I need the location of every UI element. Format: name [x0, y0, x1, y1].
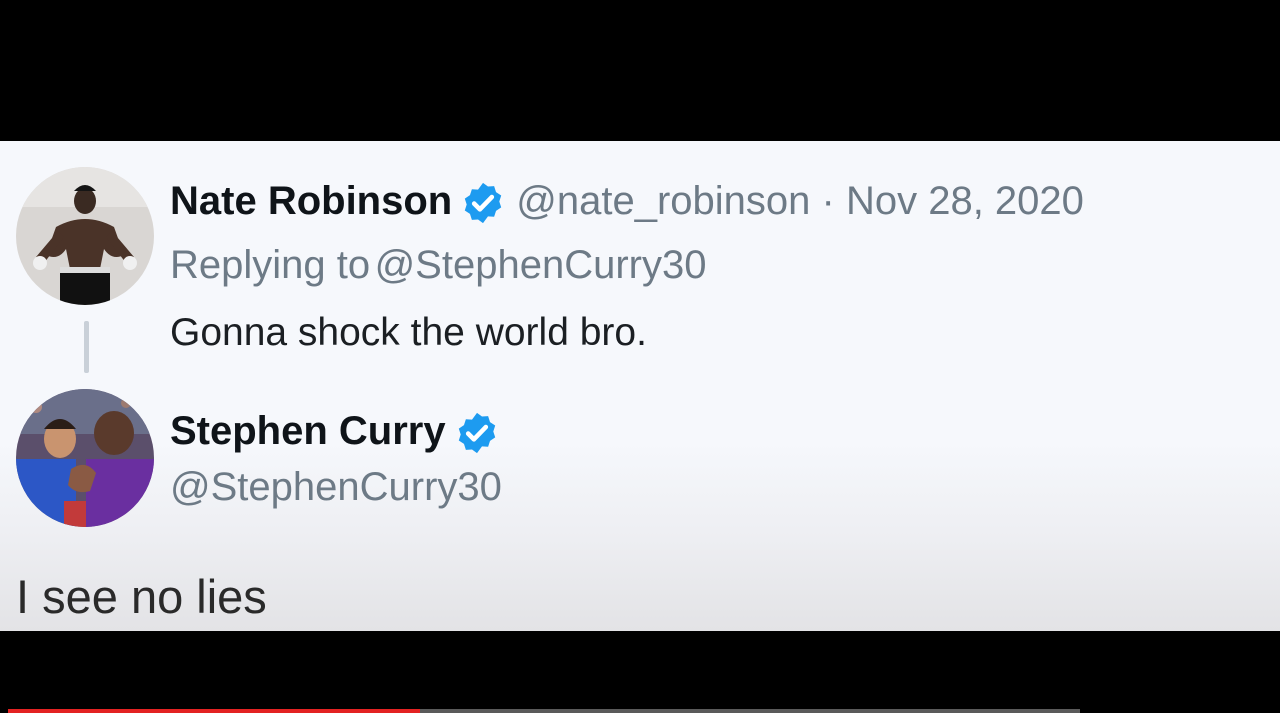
replying-to: Replying to @StephenCurry30 — [170, 243, 706, 288]
tweet-header: Nate Robinson @nate_robinson · Nov 28, 20… — [170, 179, 1084, 235]
author-name[interactable]: Nate Robinson — [170, 179, 452, 223]
reply-author-handle-row: @StephenCurry30 — [170, 465, 502, 510]
author-handle[interactable]: @nate_robinson — [516, 179, 810, 223]
nate-avatar — [16, 167, 154, 305]
reply-text: I see no lies — [16, 570, 267, 623]
tweet-text: Gonna shock the world bro. — [170, 311, 647, 354]
video-frame[interactable]: Nate Robinson @nate_robinson · Nov 28, 20… — [0, 0, 1280, 713]
thread-connector-line — [84, 321, 89, 373]
reply-author-handle[interactable]: @StephenCurry30 — [170, 465, 502, 509]
verified-badge-icon — [454, 410, 500, 461]
header-separator: · — [810, 179, 846, 223]
tweet-card: Nate Robinson @nate_robinson · Nov 28, 20… — [0, 141, 1280, 631]
reply-author-header: Stephen Curry — [170, 409, 510, 465]
stephen-curry-avatar — [16, 389, 154, 527]
tweet-date[interactable]: Nov 28, 2020 — [846, 179, 1084, 223]
video-progress-fill — [8, 709, 420, 713]
replying-to-handle[interactable]: @StephenCurry30 — [375, 243, 707, 287]
verified-badge-icon — [460, 180, 506, 231]
video-progress-bar[interactable] — [8, 709, 1080, 713]
separator-dot: · — [821, 179, 835, 223]
reply-author-name[interactable]: Stephen Curry — [170, 409, 446, 453]
replying-to-label: Replying to — [170, 243, 371, 287]
